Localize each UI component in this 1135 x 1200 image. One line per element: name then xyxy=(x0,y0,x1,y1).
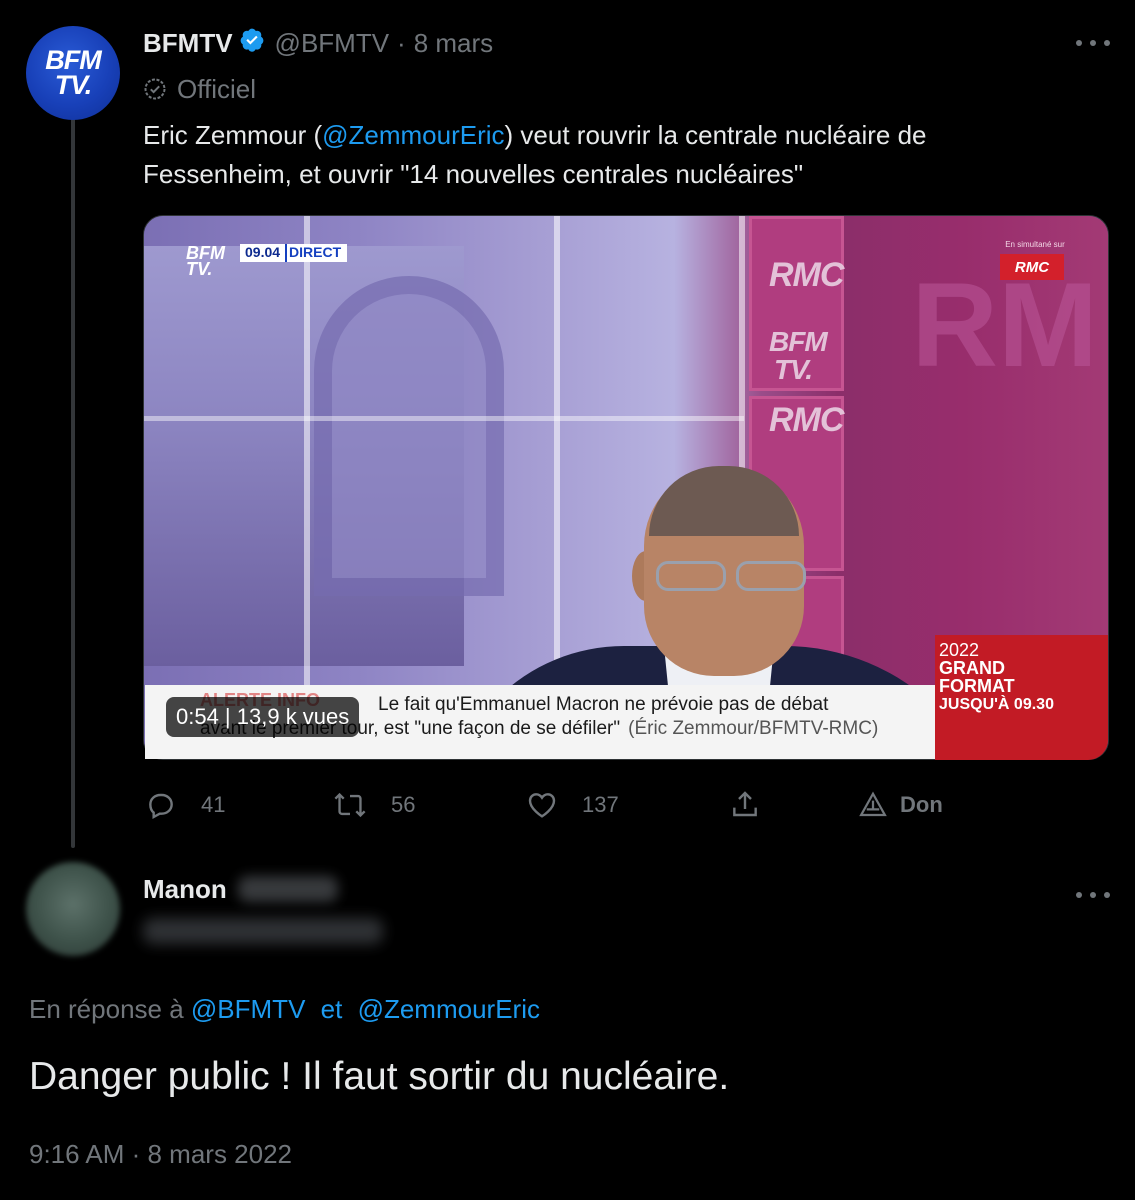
bfmtv-avatar[interactable]: BFM TV. xyxy=(26,26,120,120)
meta-separator: · xyxy=(397,27,406,58)
share-icon xyxy=(733,791,757,817)
official-check-icon xyxy=(144,78,166,100)
reply-author-avatar[interactable] xyxy=(26,862,120,956)
author-handle[interactable]: @BFMTV xyxy=(275,28,390,59)
official-text: Officiel xyxy=(177,73,256,104)
share-button[interactable] xyxy=(729,785,785,825)
simulcast-badge: RMC xyxy=(1000,254,1064,280)
speaker-glasses xyxy=(656,561,816,591)
reply-author-name[interactable]: Manon xyxy=(143,874,227,905)
donate-button[interactable]: Don xyxy=(858,785,943,825)
reply-timestamp[interactable]: 9:16 AM · 8 mars 2022 xyxy=(29,1139,292,1170)
retweet-button[interactable]: 56 xyxy=(333,785,415,825)
caption-line1: Le fait qu'Emmanuel Macron ne prévoie pa… xyxy=(378,694,829,715)
promo-until: JUSQU'À 09.30 xyxy=(939,696,1054,713)
mention-link[interactable]: @ZemmourEric xyxy=(322,120,504,150)
more-options-icon[interactable] xyxy=(1076,38,1110,48)
author-name[interactable]: BFMTV xyxy=(143,28,233,59)
reply-count: 41 xyxy=(201,792,226,817)
donate-icon xyxy=(859,791,887,817)
live-time: 09.04 xyxy=(240,244,286,262)
channel-logo-line2: TV. xyxy=(186,259,213,280)
tweet-date[interactable]: 8 mars xyxy=(414,28,493,59)
live-label: DIRECT xyxy=(285,244,348,262)
promo-year: 2022 xyxy=(939,640,980,660)
window-transom xyxy=(144,416,744,421)
reply-button[interactable]: 41 xyxy=(145,785,225,825)
window-mullion xyxy=(304,216,310,759)
blurred-last-name xyxy=(238,876,338,902)
official-label: Officiel xyxy=(143,72,256,106)
promo-title-2: FORMAT xyxy=(939,676,1015,696)
wall-logo: TV. xyxy=(774,354,813,385)
retweet-icon xyxy=(334,792,366,818)
studio-arch xyxy=(314,276,504,596)
avatar-logo-line2: TV. xyxy=(54,70,93,100)
promo-box: 2022 GRAND FORMAT JUSQU'À 09.30 xyxy=(935,635,1108,760)
like-count: 137 xyxy=(582,792,619,817)
blurred-handle xyxy=(143,918,383,944)
promo-title-1: GRAND xyxy=(939,658,1005,678)
in-reply-to: En réponse à @BFMTV et @ZemmourEric xyxy=(29,994,540,1025)
channel-logo: BFM TV. xyxy=(186,244,225,280)
reply-text: Danger public ! Il faut sortir du nucléa… xyxy=(29,1055,730,1098)
simulcast-label: En simultané sur xyxy=(1005,240,1065,249)
tweet-text: Eric Zemmour (@ZemmourEric) veut rouvrir… xyxy=(143,116,1063,194)
thread-line xyxy=(71,118,75,848)
in-reply-joiner: et xyxy=(320,994,343,1024)
verified-badge-icon xyxy=(239,27,265,60)
retweet-count: 56 xyxy=(391,792,416,817)
heart-icon xyxy=(528,793,556,818)
tweet-text-start: Eric Zemmour ( xyxy=(143,120,323,150)
donate-label: Don xyxy=(900,792,943,817)
mention-link[interactable]: @ZemmourEric xyxy=(358,994,540,1024)
reply-more-options-icon[interactable] xyxy=(1076,890,1110,900)
reply-icon xyxy=(149,793,173,820)
live-bug: 09.04 DIRECT xyxy=(240,244,348,262)
like-button[interactable]: 137 xyxy=(526,785,619,825)
in-reply-prefix: En réponse à xyxy=(29,994,184,1024)
video-stats-pill[interactable]: 0:54 | 13,9 k vues xyxy=(166,697,360,737)
mention-link[interactable]: @BFMTV xyxy=(191,994,306,1024)
caption-source: (Éric Zemmour/BFMTV-RMC) xyxy=(628,718,879,739)
tweet-header: BFMTV @BFMTV · 8 mars xyxy=(143,26,493,60)
wall-logo: RMC xyxy=(769,256,844,294)
wall-logo: RMC xyxy=(769,401,844,439)
